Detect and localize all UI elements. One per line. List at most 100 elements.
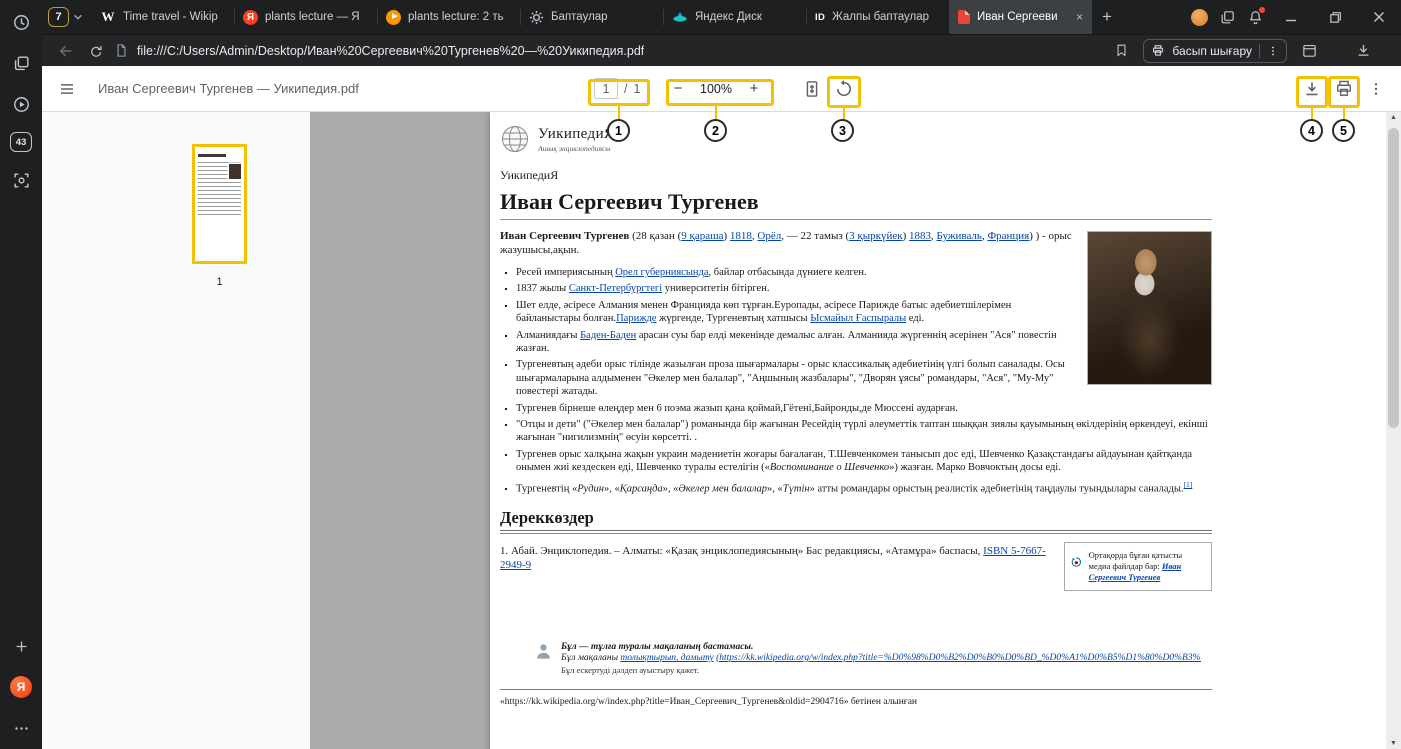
doc-text: », « bbox=[663, 483, 679, 494]
fit-page-button[interactable] bbox=[802, 66, 822, 111]
browser-tab-5[interactable]: Яндекс Диск bbox=[663, 0, 806, 34]
rotate-button[interactable] bbox=[834, 66, 854, 111]
doc-link[interactable]: Парижде bbox=[616, 313, 656, 324]
youtube-icon bbox=[386, 10, 401, 25]
more-options-icon[interactable] bbox=[8, 715, 34, 741]
notification-badge bbox=[1259, 7, 1265, 13]
divider bbox=[1259, 44, 1260, 58]
address-bar-row: file:///C:/Users/Admin/Desktop/Иван%20Се… bbox=[42, 34, 1401, 66]
document-viewer[interactable]: УикипедиЯ Ашық энциклопедиясы УикипедиЯ … bbox=[310, 112, 1401, 749]
tab-title: Time travel - Wikip bbox=[123, 11, 225, 23]
browser-tab-1[interactable]: WTime travel - Wikip bbox=[91, 0, 234, 34]
scrollbar[interactable]: ▲ ▼ bbox=[1386, 112, 1401, 749]
url-text: file:///C:/Users/Admin/Desktop/Иван%20Се… bbox=[137, 44, 644, 58]
gear-icon bbox=[529, 10, 544, 25]
portrait-image bbox=[1087, 231, 1212, 385]
scrollbar-thumb[interactable] bbox=[1388, 128, 1399, 428]
doc-text: Әкелер мен балалар bbox=[678, 483, 767, 494]
thumbnail-panel: 1 bbox=[42, 112, 310, 749]
tabs-count-label: 43 bbox=[16, 137, 27, 148]
doc-text: Иван Сергеевич Тургенев bbox=[500, 230, 629, 242]
doc-link[interactable]: Орел губерниясында bbox=[615, 267, 708, 278]
profile-avatar[interactable] bbox=[1185, 0, 1213, 34]
history-icon[interactable] bbox=[8, 9, 34, 35]
screenshot-icon[interactable] bbox=[8, 167, 34, 193]
zoom-level: 100% bbox=[696, 82, 736, 96]
doc-link[interactable]: Франция bbox=[987, 230, 1029, 242]
doc-link[interactable]: 1818 bbox=[730, 230, 752, 242]
browser-tab-7[interactable]: Иван Сергееви × bbox=[949, 0, 1092, 34]
add-panel-icon[interactable] bbox=[8, 633, 34, 659]
close-button[interactable] bbox=[1357, 0, 1401, 34]
chevron-down-icon bbox=[73, 13, 83, 21]
doc-link[interactable]: Орёл bbox=[757, 230, 781, 242]
doc-text: Бұл мақаланы bbox=[561, 653, 620, 663]
print-button[interactable] bbox=[1334, 66, 1354, 111]
bullet-item: Тургеневтің «Рудин», «Қарсаңда», «Әкелер… bbox=[516, 478, 1212, 496]
pdf-page: УикипедиЯ Ашық энциклопедиясы УикипедиЯ … bbox=[490, 112, 1386, 749]
wikipedia-globe-icon bbox=[500, 124, 530, 154]
doc-text: , — 22 тамыз ( bbox=[781, 230, 849, 242]
print-page-button[interactable]: басып шығару bbox=[1143, 39, 1287, 63]
yandex-logo-icon: Я bbox=[10, 676, 32, 698]
heading-rule bbox=[500, 533, 1212, 534]
footer-rule bbox=[500, 689, 1212, 690]
browser-tab-6[interactable]: ID Жалпы баптаулар bbox=[806, 0, 949, 34]
doc-link[interactable]: Ысмайыл Ғаспыралы bbox=[810, 313, 906, 324]
zoom-controls: − 100% + bbox=[670, 66, 762, 111]
close-tab-icon[interactable]: × bbox=[1076, 11, 1083, 23]
panel-toggle-icon[interactable] bbox=[1295, 38, 1323, 64]
doc-link[interactable]: Буживаль bbox=[937, 230, 982, 242]
doc-link[interactable]: Санкт-Петербургтегі bbox=[569, 283, 662, 294]
scroll-down-button[interactable]: ▼ bbox=[1386, 740, 1401, 747]
doc-link[interactable]: [1] bbox=[1184, 480, 1193, 489]
doc-link[interactable]: Баден-Баден bbox=[580, 330, 636, 341]
yandex-id-icon: ID bbox=[815, 12, 825, 23]
doc-link[interactable]: 1883 bbox=[909, 230, 931, 242]
menu-button[interactable] bbox=[58, 66, 76, 111]
doc-link[interactable]: (https://kk.wikipedia.org/w/index.php?ti… bbox=[716, 653, 1201, 663]
doc-text: Қарсаңда bbox=[620, 483, 663, 494]
page-thumbnail[interactable] bbox=[192, 144, 247, 264]
back-button[interactable] bbox=[52, 38, 80, 64]
doc-link[interactable]: 3 қыркүйек bbox=[849, 230, 902, 242]
pdf-file-icon bbox=[958, 10, 970, 24]
notifications-icon[interactable] bbox=[1241, 0, 1269, 34]
tab-counter-button[interactable]: 7 bbox=[48, 7, 83, 27]
doc-text: Алманиядағы bbox=[516, 330, 580, 341]
page-number-input[interactable]: 1 bbox=[594, 78, 618, 99]
page-separator: / bbox=[624, 82, 627, 96]
browser-tab-2[interactable]: Яplants lecture — Я bbox=[234, 0, 377, 34]
browser-tab-3[interactable]: plants lecture: 2 ть bbox=[377, 0, 520, 34]
minimize-button[interactable] bbox=[1269, 0, 1313, 34]
new-tab-button[interactable]: + bbox=[1092, 0, 1122, 34]
scroll-up-button[interactable]: ▲ bbox=[1386, 114, 1401, 121]
zoom-out-button[interactable]: − bbox=[670, 80, 686, 97]
doc-text: "Отцы и дети" ("Әкелер мен балалар") ром… bbox=[516, 419, 1208, 443]
address-bar[interactable]: file:///C:/Users/Admin/Desktop/Иван%20Се… bbox=[114, 43, 1105, 58]
wikipedia-logo: УикипедиЯ Ашық энциклопедиясы bbox=[500, 124, 1212, 154]
doc-link[interactable]: толықтырып, дамыту bbox=[620, 653, 713, 663]
play-circle-icon[interactable] bbox=[8, 91, 34, 117]
printer-icon bbox=[1151, 44, 1165, 58]
references-heading: Дереккөздер bbox=[500, 508, 1212, 531]
collections-icon[interactable] bbox=[1213, 0, 1241, 34]
tab-title: Иван Сергееви bbox=[977, 11, 1069, 23]
print-menu-icon[interactable] bbox=[1267, 45, 1279, 57]
browser-tab-4[interactable]: Баптаулар bbox=[520, 0, 663, 34]
yandex-browser-logo[interactable]: Я bbox=[8, 674, 34, 700]
avatar bbox=[1191, 9, 1208, 26]
tabs-count-badge[interactable]: 43 bbox=[10, 132, 32, 152]
downloads-icon[interactable] bbox=[1349, 38, 1377, 64]
tab-title: Жалпы баптаулар bbox=[832, 11, 940, 23]
refresh-button[interactable] bbox=[82, 38, 110, 64]
maximize-button[interactable] bbox=[1313, 0, 1357, 34]
tab-panels-icon[interactable] bbox=[8, 50, 34, 76]
download-button[interactable] bbox=[1302, 66, 1322, 111]
more-options-button[interactable] bbox=[1368, 66, 1384, 111]
doc-text: жүргенде, Тургеневтың хатшысы bbox=[656, 313, 810, 324]
bookmark-icon[interactable] bbox=[1107, 38, 1135, 64]
browser-sidebar: 43 Я bbox=[0, 0, 42, 749]
zoom-in-button[interactable]: + bbox=[746, 80, 762, 97]
doc-link[interactable]: 9 қараша bbox=[681, 230, 723, 242]
